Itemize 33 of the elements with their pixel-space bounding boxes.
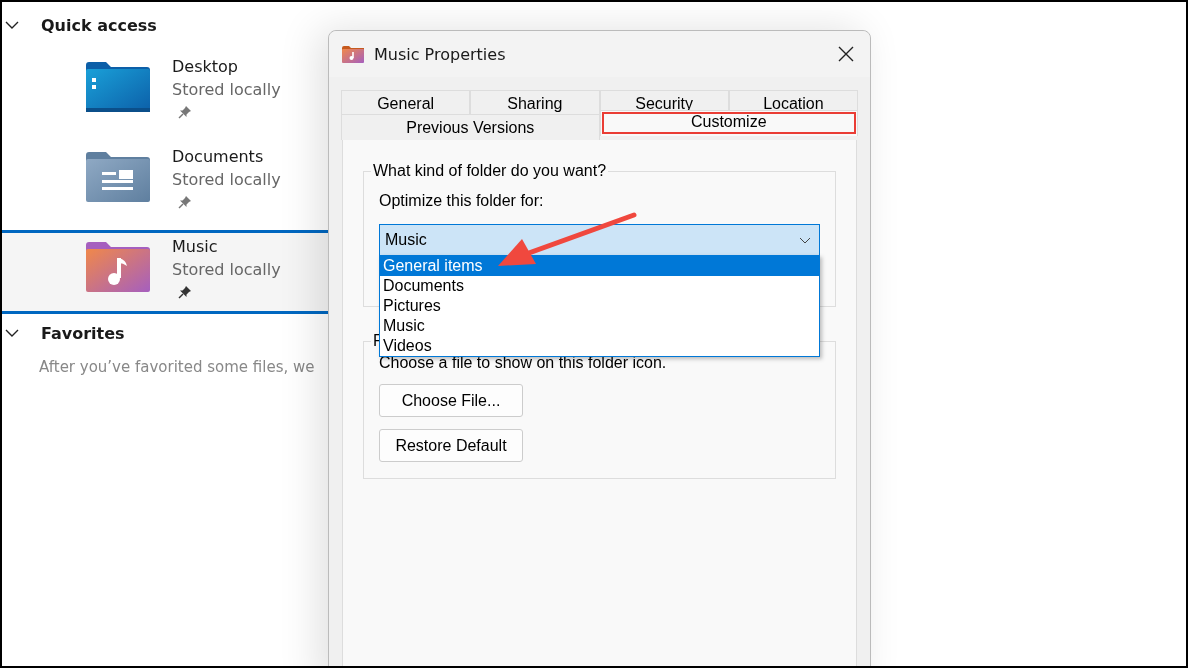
group-title: What kind of folder do you want? [371,162,609,180]
chevron-down-icon [799,236,811,244]
tab[interactable]: Customize [599,110,858,136]
close-icon[interactable] [838,46,854,62]
folder-location: Stored locally [172,259,281,281]
dialog-button[interactable]: Restore Default [379,429,523,462]
tab[interactable]: Previous Versions [341,114,600,140]
dropdown-option[interactable]: Documents [380,276,819,296]
tab[interactable]: Sharing [470,90,600,114]
dropdown-option[interactable]: Pictures [380,296,819,316]
field-label: Optimize this folder for: [379,192,544,210]
section-title: Quick access [41,15,157,35]
folder-location: Stored locally [172,169,281,191]
folder-icon [342,45,364,63]
chevron-icon[interactable] [5,328,19,338]
folder-type-dropdown[interactable]: Music [379,224,820,256]
folder-icon [86,242,150,292]
folder-name: Desktop [172,56,239,78]
quick-access-item[interactable]: Desktop Stored locally [2,50,332,134]
chevron-icon[interactable] [5,20,19,30]
tab[interactable]: General [341,90,471,114]
dialog-button[interactable]: Choose File... [379,384,523,417]
folder-icon [86,152,150,202]
folder-icon [86,62,150,112]
description-text: Choose a file to show on this folder icon. [379,354,667,372]
empty-message: After you’ve favorited some files, we [39,358,316,376]
folder-location: Stored locally [172,79,281,101]
folder-name: Music [172,236,219,258]
quick-access-item[interactable]: Documents Stored locally [2,140,332,224]
folder-name: Documents [172,146,265,168]
dropdown-option[interactable]: General items [380,256,819,276]
dialog-title: Music Properties [374,44,507,64]
section-title: Favorites [41,323,125,343]
